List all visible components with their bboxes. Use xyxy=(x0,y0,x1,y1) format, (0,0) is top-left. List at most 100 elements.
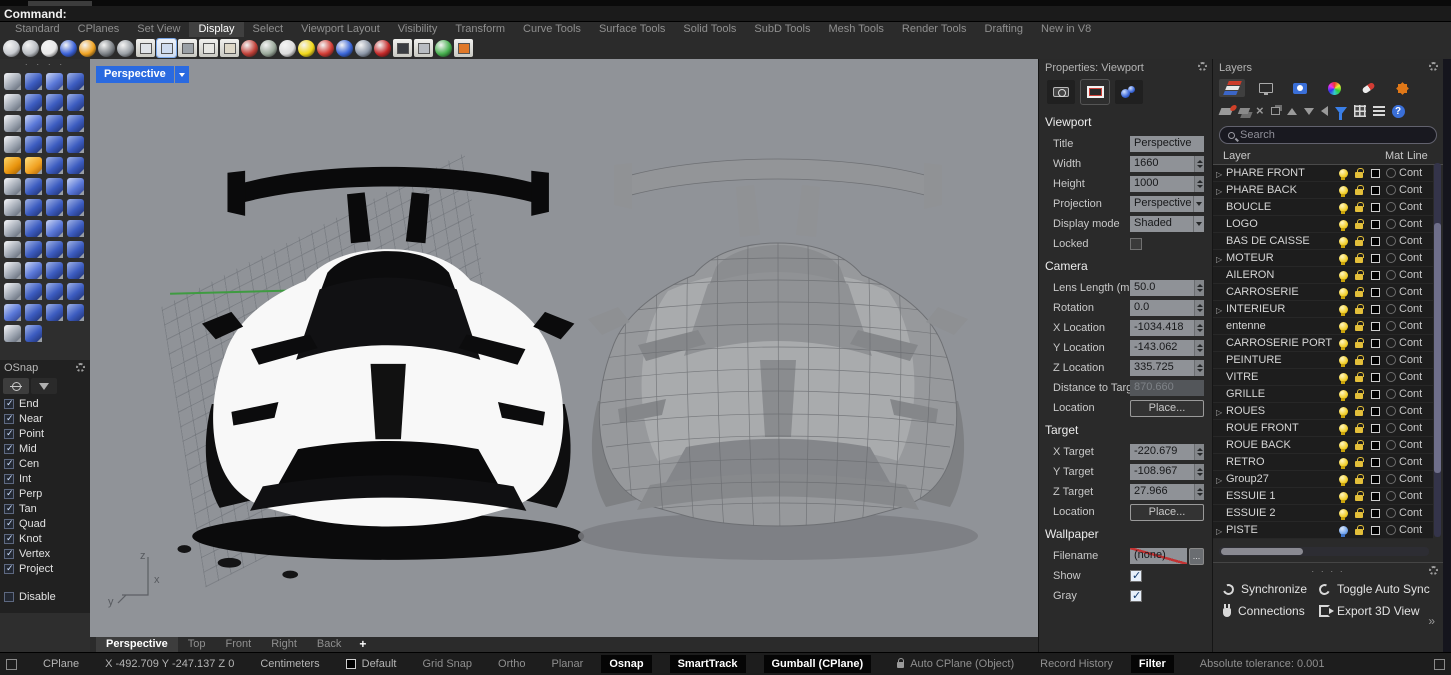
layer-material-icon[interactable] xyxy=(1386,355,1396,365)
gear-icon[interactable] xyxy=(1429,62,1438,71)
layer-color-swatch[interactable] xyxy=(1371,288,1380,297)
layer-color-swatch[interactable] xyxy=(1371,424,1380,433)
layer-linetype[interactable]: Cont xyxy=(1399,337,1431,349)
chevron-down-icon[interactable] xyxy=(175,66,189,83)
layer-name[interactable]: RETRO xyxy=(1226,456,1335,468)
value-field[interactable]: 335.725 xyxy=(1130,360,1194,376)
monitor-icon[interactable] xyxy=(393,39,412,57)
spinner-control[interactable] xyxy=(1194,156,1204,172)
tool-icon[interactable] xyxy=(25,178,42,195)
status-item[interactable]: Ortho xyxy=(498,658,526,670)
collapse-icon[interactable] xyxy=(1321,106,1328,116)
tool-icon[interactable] xyxy=(67,178,84,195)
tool-icon[interactable] xyxy=(25,73,42,90)
layer-visibility-bulb-icon[interactable] xyxy=(1339,305,1348,314)
layer-color-swatch[interactable] xyxy=(1371,492,1380,501)
tool-icon[interactable] xyxy=(25,325,42,342)
layer-linetype[interactable]: Cont xyxy=(1399,201,1431,213)
new-layer-icon[interactable] xyxy=(1219,108,1234,115)
layer-linetype[interactable]: Cont xyxy=(1399,405,1431,417)
tool-icon[interactable] xyxy=(46,241,63,258)
layer-linetype[interactable]: Cont xyxy=(1399,269,1431,281)
expand-arrow-icon[interactable] xyxy=(1216,476,1222,485)
layer-visibility-bulb-icon[interactable] xyxy=(1339,254,1348,263)
layer-name[interactable]: BOUCLE xyxy=(1226,201,1335,213)
move-down-icon[interactable] xyxy=(1304,108,1314,115)
tool-icon[interactable] xyxy=(46,199,63,216)
tool-icon[interactable] xyxy=(46,73,63,90)
panel-tab[interactable] xyxy=(1287,79,1313,97)
layer-row[interactable]: VITRE Cont xyxy=(1213,369,1433,386)
tool-icon[interactable] xyxy=(46,283,63,300)
viewport-tab[interactable]: Back xyxy=(307,637,351,652)
osnap-option[interactable]: End xyxy=(0,396,90,411)
menu-tab[interactable]: Render Tools xyxy=(893,22,976,37)
expand-arrow-icon[interactable] xyxy=(1216,255,1222,264)
sketch-display-tile-icon[interactable] xyxy=(157,39,176,57)
checkbox-icon[interactable] xyxy=(1130,570,1142,582)
value-field[interactable]: 870.660 xyxy=(1130,380,1204,396)
layer-visibility-bulb-icon[interactable] xyxy=(1339,186,1348,195)
value-field[interactable]: -143.062 xyxy=(1130,340,1194,356)
tool-icon[interactable] xyxy=(67,115,84,132)
tool-icon[interactable] xyxy=(25,262,42,279)
grenade-icon[interactable] xyxy=(260,40,277,57)
layer-material-icon[interactable] xyxy=(1386,168,1396,178)
layer-visibility-bulb-icon[interactable] xyxy=(1339,271,1348,280)
grid-view-icon[interactable] xyxy=(1354,105,1366,117)
checkbox-icon[interactable] xyxy=(4,414,14,424)
help-icon[interactable] xyxy=(1392,105,1405,118)
layer-color-swatch[interactable] xyxy=(1371,322,1380,331)
scrollbar-thumb[interactable] xyxy=(1434,223,1441,473)
layer-linetype[interactable]: Cont xyxy=(1399,218,1431,230)
xray-display-icon[interactable] xyxy=(79,40,96,57)
layer-color-swatch[interactable] xyxy=(1371,186,1380,195)
layer-name[interactable]: ROUE BACK xyxy=(1226,439,1335,451)
osnap-option[interactable]: Vertex xyxy=(0,546,90,561)
layer-row[interactable]: ESSUIE 1 Cont xyxy=(1213,488,1433,505)
layer-lock-icon[interactable] xyxy=(1355,529,1363,535)
checkbox-icon[interactable] xyxy=(4,399,14,409)
value-field[interactable]: 27.966 xyxy=(1130,484,1194,500)
rendered-display-icon[interactable] xyxy=(41,40,58,57)
layer-visibility-bulb-icon[interactable] xyxy=(1339,509,1348,518)
layer-lock-icon[interactable] xyxy=(1355,478,1363,484)
osnap-option[interactable]: Tan xyxy=(0,501,90,516)
osnap-option[interactable]: Near xyxy=(0,411,90,426)
tool-icon[interactable] xyxy=(67,199,84,216)
browse-button[interactable]: ... xyxy=(1189,548,1204,565)
layer-material-icon[interactable] xyxy=(1386,321,1396,331)
tool-icon[interactable] xyxy=(46,94,63,111)
more-actions-indicator[interactable]: » xyxy=(1428,614,1435,628)
tool-icon[interactable] xyxy=(67,73,84,90)
layer-visibility-bulb-icon[interactable] xyxy=(1339,390,1348,399)
layer-material-icon[interactable] xyxy=(1386,423,1396,433)
status-item[interactable]: Default xyxy=(346,658,397,670)
layer-name[interactable]: GRILLE xyxy=(1226,388,1335,400)
menu-tab[interactable]: SubD Tools xyxy=(745,22,819,37)
gear-icon[interactable] xyxy=(1429,566,1438,575)
color-grid-icon[interactable] xyxy=(454,39,473,57)
command-bar[interactable]: Command: xyxy=(0,6,1451,22)
layer-linetype[interactable]: Cont xyxy=(1399,439,1431,451)
layer-linetype[interactable]: Cont xyxy=(1399,371,1431,383)
layer-visibility-bulb-icon[interactable] xyxy=(1339,339,1348,348)
value-field[interactable]: -108.967 xyxy=(1130,464,1194,480)
layer-color-swatch[interactable] xyxy=(1371,271,1380,280)
place-button[interactable]: Place... xyxy=(1130,400,1204,417)
status-item[interactable]: Auto CPlane (Object) xyxy=(897,658,1014,670)
layer-linetype[interactable]: Cont xyxy=(1399,490,1431,502)
value-field[interactable]: (none) xyxy=(1130,548,1187,564)
layer-row[interactable]: GRILLE Cont xyxy=(1213,386,1433,403)
gear-icon[interactable] xyxy=(76,363,85,372)
layer-name[interactable]: PHARE FRONT xyxy=(1226,167,1335,179)
layer-row[interactable]: BOUCLE Cont xyxy=(1213,199,1433,216)
action-button[interactable]: Synchronize xyxy=(1223,582,1319,596)
blue-pointer-sphere-icon[interactable] xyxy=(336,40,353,57)
layer-color-swatch[interactable] xyxy=(1371,169,1380,178)
menu-tab[interactable]: Select xyxy=(244,22,293,37)
layer-row[interactable]: PHARE BACK Cont xyxy=(1213,182,1433,199)
layer-material-icon[interactable] xyxy=(1386,236,1396,246)
tool-icon[interactable] xyxy=(4,115,21,132)
osnap-disable-option[interactable]: Disable xyxy=(0,589,90,604)
